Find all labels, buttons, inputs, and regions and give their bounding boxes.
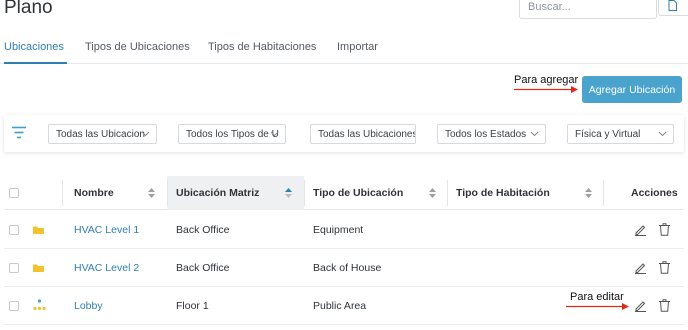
column-divider [304, 180, 305, 206]
search-box[interactable] [519, 0, 657, 19]
trash-icon[interactable] [659, 223, 670, 236]
column-header-parent[interactable]: Ubicación Matriz [176, 176, 259, 210]
location-type: Equipment [313, 224, 364, 236]
filter-estados[interactable]: Todos los Estados [437, 124, 546, 144]
trash-icon[interactable] [659, 299, 670, 312]
annotation-arrow-add [514, 86, 578, 93]
column-divider [167, 180, 168, 206]
edit-icon[interactable] [634, 299, 647, 312]
sort-icon[interactable] [429, 188, 436, 198]
active-tab-indicator [4, 62, 67, 64]
filter-fisica-virtual[interactable]: Física y Virtual [567, 124, 674, 144]
filter-tipos[interactable]: Todos los Tipos de U [178, 124, 286, 144]
filter-estados-label: Todos los Estados [445, 129, 527, 140]
filter-tipos-label: Todos los Tipos de U [186, 129, 279, 140]
filter-ubicaciones[interactable]: Todas las Ubicacion [48, 124, 157, 144]
page-title: Plano [4, 0, 53, 18]
sort-icon[interactable] [148, 188, 155, 198]
filter-icon[interactable] [12, 126, 26, 139]
parent-location: Floor 1 [176, 300, 209, 312]
column-divider [603, 180, 604, 206]
tab-tipos-de-ubicaciones[interactable]: Tipos de Ubicaciones [85, 41, 190, 53]
column-header-type[interactable]: Tipo de Ubicación [313, 176, 403, 210]
parent-location: Back Office [176, 262, 230, 274]
hierarchy-icon [33, 299, 46, 311]
tab-tipos-de-habitaciones[interactable]: Tipos de Habitaciones [208, 41, 316, 53]
column-divider [447, 180, 448, 206]
filter-ubicaciones-matriz-label: Todas las Ubicaciones [318, 129, 416, 140]
sort-icon[interactable] [585, 188, 592, 198]
filter-ubicaciones-label: Todas las Ubicacion [56, 129, 145, 140]
column-header-name[interactable]: Nombre [74, 176, 114, 210]
table-header: Nombre Ubicación Matriz Tipo de Ubicació… [4, 176, 684, 210]
location-name-link[interactable]: Lobby [74, 287, 103, 325]
export-button[interactable] [658, 0, 688, 16]
location-type: Back of House [313, 262, 382, 274]
location-type: Public Area [313, 300, 367, 312]
tab-importar[interactable]: Importar [337, 41, 378, 53]
edit-icon[interactable] [634, 261, 647, 274]
row-checkbox[interactable] [9, 263, 19, 273]
chevron-down-icon [141, 131, 150, 137]
parent-location: Back Office [176, 224, 230, 236]
chevron-down-icon [270, 131, 279, 137]
chevron-down-icon [530, 131, 539, 137]
table-row: HVAC Level 2 Back Office Back of House [4, 249, 684, 287]
folder-icon [33, 226, 44, 234]
add-location-button[interactable]: Agregar Ubicación [582, 76, 682, 103]
trash-icon[interactable] [659, 261, 670, 274]
chevron-down-icon [658, 131, 667, 137]
row-checkbox[interactable] [9, 225, 19, 235]
filter-bar: Todas las Ubicacion Todos los Tipos de U… [4, 115, 684, 152]
folder-icon [33, 264, 44, 272]
tab-bar: Ubicaciones Tipos de Ubicaciones Tipos d… [0, 38, 688, 64]
search-input[interactable] [520, 0, 656, 19]
column-header-actions: Acciones [631, 187, 678, 199]
select-all-checkbox[interactable] [9, 188, 19, 198]
column-divider [62, 180, 63, 206]
row-checkbox[interactable] [9, 301, 19, 311]
edit-icon[interactable] [634, 223, 647, 236]
table-row: HVAC Level 1 Back Office Equipment [4, 211, 684, 249]
tab-ubicaciones[interactable]: Ubicaciones [4, 41, 64, 53]
filter-fisica-virtual-label: Física y Virtual [575, 129, 641, 140]
annotation-arrow-edit [566, 303, 629, 310]
column-header-room-type[interactable]: Tipo de Habitación [456, 176, 550, 210]
location-name-link[interactable]: HVAC Level 2 [74, 249, 139, 287]
document-icon [668, 0, 677, 11]
filter-ubicaciones-matriz[interactable]: Todas las Ubicaciones [310, 124, 416, 144]
sort-ascending-icon[interactable] [285, 188, 292, 198]
location-name-link[interactable]: HVAC Level 1 [74, 211, 139, 249]
